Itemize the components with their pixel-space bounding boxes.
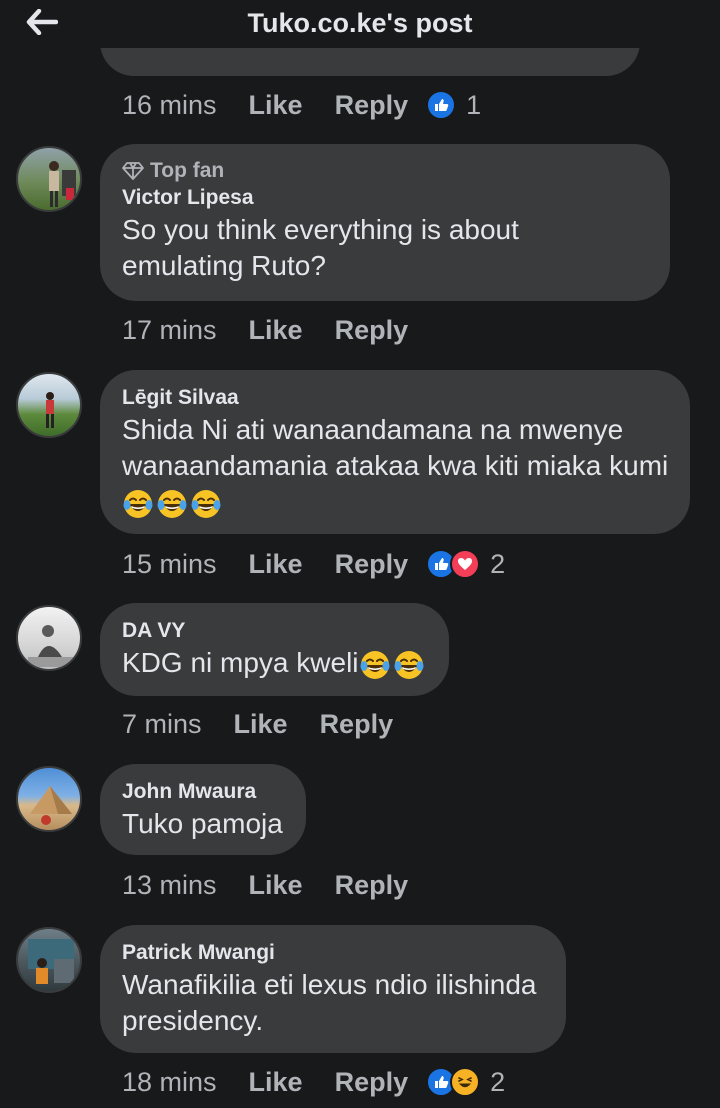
reply-button[interactable]: Reply: [335, 549, 409, 580]
comment-bubble[interactable]: Lēgit Silvaa Shida Ni ati wanaandamana n…: [100, 370, 690, 534]
reaction-count: 1: [466, 89, 482, 120]
badge-label: Top fan: [150, 159, 225, 182]
comment-meta-row: 13 mins Like Reply: [122, 865, 440, 905]
page-title: Tuko.co.ke's post: [247, 8, 473, 38]
like-button[interactable]: Like: [249, 315, 303, 346]
love-reaction-icon: [450, 549, 481, 579]
person-photo-icon: [28, 939, 74, 984]
comment-author[interactable]: John Mwaura: [122, 778, 284, 806]
person-photo-icon: [49, 161, 76, 207]
avatar[interactable]: [16, 146, 82, 212]
comment-text: Wanafikilia eti lexus ndio ilishinda pre…: [122, 969, 537, 1036]
comment-author[interactable]: Victor Lipesa: [122, 184, 648, 212]
laughing-tears-emoji-icon: [394, 650, 424, 679]
comment-text-body: KDG ni mpya kweli: [122, 647, 359, 678]
avatar[interactable]: [16, 372, 82, 438]
diamond-icon: [122, 162, 144, 180]
person-photo-icon: [46, 392, 54, 428]
comment-meta-row: 18 mins Like Reply 2: [122, 1062, 505, 1102]
comment-bubble[interactable]: Patrick Mwangi Wanafikilia eti lexus ndi…: [100, 925, 566, 1053]
comment-time[interactable]: 18 mins: [122, 1067, 217, 1098]
comment-time[interactable]: 17 mins: [122, 315, 217, 346]
comment-meta-row: 7 mins Like Reply: [122, 704, 425, 744]
reply-button[interactable]: Reply: [335, 870, 409, 901]
comment-text: KDG ni mpya kweli: [122, 645, 427, 681]
comment-time[interactable]: 13 mins: [122, 870, 217, 901]
like-button[interactable]: Like: [249, 870, 303, 901]
reaction-count: 2: [490, 548, 506, 579]
like-button[interactable]: Like: [249, 549, 303, 580]
like-reaction-icon: [426, 90, 457, 120]
comment-author[interactable]: DA VY: [122, 617, 427, 645]
pyramid-photo-icon: [30, 786, 72, 825]
comment-text-body: Shida Ni ati wanaandamana na mwenye wana…: [122, 414, 669, 481]
avatar[interactable]: [16, 766, 82, 832]
reactions-summary[interactable]: 2: [426, 549, 505, 580]
reply-button[interactable]: Reply: [320, 709, 394, 740]
comment-meta-row: 16 mins Like Reply 1: [122, 85, 481, 125]
haha-reaction-icon: [450, 1067, 481, 1097]
comment-time[interactable]: 15 mins: [122, 549, 217, 580]
header: Tuko.co.ke's post: [0, 0, 720, 50]
reply-button[interactable]: Reply: [335, 90, 409, 121]
reply-button[interactable]: Reply: [335, 315, 409, 346]
comment-author[interactable]: Patrick Mwangi: [122, 939, 544, 967]
comment-meta-row: 17 mins Like Reply: [122, 310, 440, 350]
laughing-tears-emoji-icon: [360, 650, 390, 679]
like-button[interactable]: Like: [249, 90, 303, 121]
reply-button[interactable]: Reply: [335, 1067, 409, 1098]
reactions-summary[interactable]: 1: [426, 90, 481, 121]
like-button[interactable]: Like: [234, 709, 288, 740]
avatar[interactable]: [16, 927, 82, 993]
comment-bubble[interactable]: John Mwaura Tuko pamoja: [100, 764, 306, 855]
comment-time[interactable]: 16 mins: [122, 90, 217, 121]
comment-time[interactable]: 7 mins: [122, 709, 202, 740]
like-button[interactable]: Like: [249, 1067, 303, 1098]
comment-bubble[interactable]: DA VY KDG ni mpya kweli: [100, 603, 449, 696]
person-photo-icon: [28, 625, 74, 667]
comment-meta-row: 15 mins Like Reply 2: [122, 544, 505, 584]
comment-text: So you think everything is about emulati…: [122, 214, 519, 281]
reactions-summary[interactable]: 2: [426, 1067, 505, 1098]
comment-author[interactable]: Lēgit Silvaa: [122, 384, 668, 412]
comment-text: Shida Ni ati wanaandamana na mwenye wana…: [122, 412, 672, 520]
comment-text: Tuko pamoja: [122, 808, 283, 839]
top-fan-badge: Top fan: [122, 158, 648, 184]
laughing-tears-emoji-icon: [157, 489, 187, 518]
comment-bubble[interactable]: Top fan Victor Lipesa So you think every…: [100, 144, 670, 301]
laughing-tears-emoji-icon: [191, 489, 221, 518]
avatar[interactable]: [16, 605, 82, 671]
reaction-count: 2: [490, 1066, 506, 1097]
laughing-tears-emoji-icon: [123, 489, 153, 518]
